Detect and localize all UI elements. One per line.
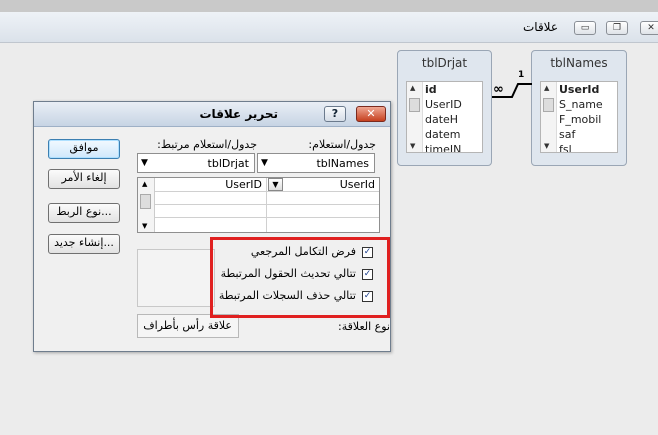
scroll-thumb[interactable] <box>543 98 554 112</box>
relationship-type-value: علاقة رأس بأطراف <box>143 319 232 332</box>
table-title-tbldrjat: tblDrjat <box>421 56 468 70</box>
check-icon: ✓ <box>363 269 372 279</box>
field-item[interactable]: F_mobil <box>559 113 601 126</box>
field-list-scrollbar[interactable]: ▲ ▼ <box>407 82 423 152</box>
window-minimize-button[interactable]: ▭ <box>574 21 596 35</box>
grid-cell[interactable] <box>267 205 379 218</box>
scroll-thumb[interactable] <box>409 98 420 112</box>
scroll-down-icon[interactable]: ▼ <box>410 142 415 150</box>
check-icon: ✓ <box>363 247 372 257</box>
minimize-icon: ▭ <box>580 23 590 33</box>
join-type-button[interactable]: نوع الربط... <box>48 203 120 223</box>
table-title-tblnames: tblNames <box>550 56 608 70</box>
window-restore-button[interactable]: ❐ <box>606 21 628 35</box>
scroll-up-icon[interactable]: ▲ <box>410 84 415 92</box>
help-icon: ? <box>331 107 339 120</box>
field-list-scrollbar[interactable]: ▲ ▼ <box>541 82 557 152</box>
cascade-update-label: تتالي تحديث الحقول المرتبطة <box>220 267 356 280</box>
scroll-thumb[interactable] <box>140 194 151 209</box>
relationship-type-label: نوع العلاقة: <box>338 320 390 333</box>
related-table-combo[interactable]: ▼ tblDrjat <box>137 153 255 173</box>
table-combo-value: tblNames <box>316 157 369 170</box>
field-item[interactable]: timeIN <box>425 143 461 152</box>
grid-cell-primary-field[interactable]: UserId <box>267 178 379 192</box>
field-item[interactable]: dateH <box>425 113 458 126</box>
close-icon: ✕ <box>366 107 376 120</box>
table-box-tblnames[interactable]: tblNames ▲ ▼ UserId S_name F_mobil saf f… <box>531 50 627 166</box>
related-field-value: UserID <box>225 178 262 191</box>
grid-cell[interactable] <box>155 218 267 232</box>
cancel-button[interactable]: إلغاء الأمر <box>48 169 120 189</box>
grid-cell-related-field[interactable]: UserID <box>155 178 267 192</box>
grid-cell[interactable] <box>155 192 267 205</box>
one-side-label: 1 <box>518 70 525 80</box>
highlight-box: ✓ فرض التكامل المرجعي ✓ تتالي تحديث الحق… <box>210 237 390 318</box>
restore-icon: ❐ <box>612 23 622 33</box>
scroll-up-icon[interactable]: ▲ <box>142 180 147 188</box>
field-list-tblnames[interactable]: ▲ ▼ UserId S_name F_mobil saf fsl <box>540 81 618 153</box>
grid-cell[interactable] <box>267 218 379 232</box>
scroll-up-icon[interactable]: ▲ <box>544 84 549 92</box>
dialog-titlebar: تحرير علاقات ? ✕ <box>34 102 390 127</box>
dialog-close-button[interactable]: ✕ <box>356 106 386 122</box>
close-icon: ✕ <box>647 23 655 33</box>
ok-button[interactable]: موافق <box>48 139 120 159</box>
many-side-label: ∞ <box>493 82 504 97</box>
related-table-query-label: جدول/استعلام مرتبط: <box>157 138 257 151</box>
scroll-down-icon[interactable]: ▼ <box>142 222 147 230</box>
table-box-tbldrjat[interactable]: tblDrjat ▲ ▼ id UserID dateH datem timeI… <box>397 50 492 166</box>
table-combo[interactable]: ▼ tblNames <box>257 153 375 173</box>
create-new-button[interactable]: إنشاء جديد... <box>48 234 120 254</box>
chevron-down-icon[interactable]: ▼ <box>141 158 148 168</box>
scroll-down-icon[interactable]: ▼ <box>544 142 549 150</box>
field-item[interactable]: S_name <box>559 98 603 111</box>
field-item[interactable]: id <box>425 83 437 96</box>
grid-cell[interactable] <box>267 192 379 205</box>
grid-cell[interactable] <box>155 205 267 218</box>
cascade-delete-label: تتالي حذف السجلات المرتبطة <box>218 289 356 302</box>
grid-scrollbar[interactable]: ▲ ▼ <box>138 178 155 232</box>
field-item[interactable]: datem <box>425 128 461 141</box>
primary-field-value: UserId <box>339 178 375 191</box>
dialog-title: تحرير علاقات <box>199 107 279 121</box>
field-matching-grid[interactable]: ▲ ▼ UserID ▼ UserId <box>137 177 380 233</box>
dialog-help-button[interactable]: ? <box>324 106 346 122</box>
enforce-integrity-checkbox[interactable]: ✓ <box>362 247 373 258</box>
relationships-window-title: علاقات <box>522 20 558 34</box>
field-item[interactable]: fsl <box>559 143 572 152</box>
relationships-window-titlebar: ✕ ❐ ▭ علاقات <box>0 12 658 43</box>
cascade-delete-checkbox[interactable]: ✓ <box>362 291 373 302</box>
field-item[interactable]: UserID <box>425 98 462 111</box>
check-icon: ✓ <box>363 291 372 301</box>
chevron-down-icon[interactable]: ▼ <box>261 158 268 168</box>
field-list-tbldrjat[interactable]: ▲ ▼ id UserID dateH datem timeIN <box>406 81 483 153</box>
window-close-button[interactable]: ✕ <box>640 21 658 35</box>
info-panel <box>137 249 215 307</box>
related-table-combo-value: tblDrjat <box>207 157 249 170</box>
cascade-update-checkbox[interactable]: ✓ <box>362 269 373 280</box>
table-query-label: جدول/استعلام: <box>308 138 376 151</box>
field-item[interactable]: saf <box>559 128 575 141</box>
field-item[interactable]: UserId <box>559 83 599 96</box>
enforce-integrity-label: فرض التكامل المرجعي <box>250 245 356 258</box>
